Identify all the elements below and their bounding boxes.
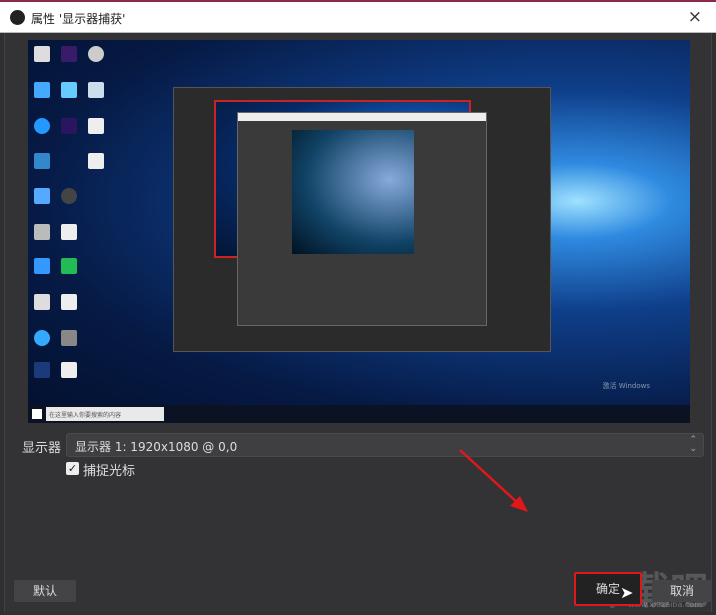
desktop-icon — [61, 46, 77, 62]
desktop-icon — [61, 258, 77, 274]
cancel-button[interactable]: 取消 — [652, 580, 712, 602]
windows-start-icon — [32, 409, 42, 419]
defaults-button[interactable]: 默认 — [14, 580, 76, 602]
capture-cursor-checkbox[interactable]: ✓ — [66, 462, 79, 475]
obs-logo-icon — [10, 10, 25, 25]
display-preview: 激活 Windows 在这里输入你要搜索的内容 — [28, 40, 690, 423]
desktop-icon — [88, 153, 104, 169]
activate-windows-text: 激活 Windows — [602, 382, 650, 390]
mouse-cursor-icon: ➤ — [620, 583, 634, 602]
monitor-label: 显示器 — [22, 441, 62, 456]
desktop-icon — [34, 362, 50, 378]
monitor-select[interactable]: 显示器 1: 1920x1080 @ 0,0 ⌃ ⌄ — [66, 433, 704, 457]
desktop-icon — [88, 118, 104, 134]
desktop-icon — [34, 118, 50, 134]
updown-arrows-icon: ⌃ ⌄ — [689, 435, 697, 454]
desktop-icon — [34, 294, 50, 310]
desktop-icon — [61, 294, 77, 310]
desktop-icon — [61, 118, 77, 134]
window-title: 属性 '显示器捕获' — [31, 12, 126, 26]
capture-cursor-label[interactable]: 捕捉光标 — [83, 460, 135, 479]
desktop-icon — [34, 258, 50, 274]
nested-obs-window — [173, 87, 551, 352]
desktop-icon — [34, 82, 50, 98]
desktop-icon — [88, 46, 104, 62]
desktop-icon — [34, 46, 50, 62]
desktop-icon — [88, 82, 104, 98]
desktop-icon — [61, 188, 77, 204]
desktop-icon — [34, 153, 50, 169]
taskbar-search: 在这里输入你要搜索的内容 — [46, 407, 164, 421]
nested-properties-dialog — [237, 112, 487, 326]
desktop-icon — [34, 330, 50, 346]
desktop-icon — [34, 224, 50, 240]
close-icon[interactable]: × — [688, 7, 702, 27]
title-bar: 属性 '显示器捕获' × — [0, 0, 716, 33]
desktop-icon — [61, 82, 77, 98]
monitor-select-value: 显示器 1: 1920x1080 @ 0,0 — [75, 440, 238, 454]
desktop-icon — [61, 362, 77, 378]
desktop-icon — [34, 188, 50, 204]
desktop-icon — [61, 224, 77, 240]
desktop-icon — [61, 330, 77, 346]
taskbar: 在这里输入你要搜索的内容 — [28, 405, 690, 423]
